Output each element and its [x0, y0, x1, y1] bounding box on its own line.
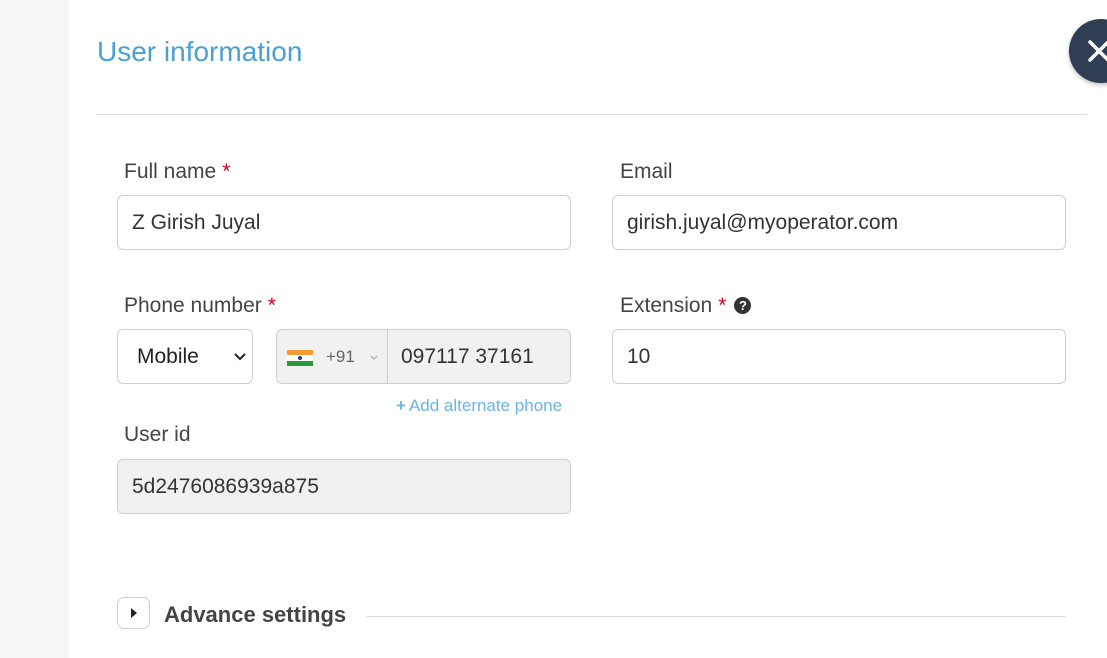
chevron-down-icon	[234, 353, 246, 361]
full-name-label: Full name *	[124, 160, 231, 183]
left-background-strip	[0, 0, 69, 658]
header-divider	[96, 114, 1087, 115]
phone-type-value: Mobile	[137, 345, 199, 368]
question-help-icon[interactable]: ?	[734, 297, 752, 314]
phone-input-group: +91	[276, 329, 571, 384]
dial-code: +91	[326, 347, 355, 366]
email-field[interactable]	[612, 195, 1066, 250]
caret-right-icon	[131, 608, 137, 618]
advance-settings-divider	[366, 616, 1066, 617]
extension-label: Extension *?	[620, 294, 752, 318]
phone-number-field[interactable]	[388, 330, 570, 383]
india-flag-icon	[287, 350, 313, 366]
extension-field[interactable]	[612, 329, 1066, 384]
advance-settings-label[interactable]: Advance settings	[164, 602, 346, 628]
advance-settings-toggle[interactable]	[117, 597, 150, 629]
country-code-select[interactable]: +91	[277, 330, 388, 383]
add-alternate-phone-link[interactable]: + Add alternate phone	[396, 396, 562, 416]
email-label: Email	[620, 160, 673, 183]
required-mark: *	[267, 294, 276, 317]
user-id-label: User id	[124, 423, 191, 446]
phone-number-label: Phone number *	[124, 294, 276, 317]
plus-icon: +	[396, 396, 406, 415]
required-mark: *	[222, 160, 231, 183]
required-mark: *	[718, 294, 727, 317]
user-id-field	[117, 459, 571, 514]
close-icon	[1088, 40, 1107, 62]
full-name-field[interactable]	[117, 195, 571, 250]
phone-type-select[interactable]: Mobile	[117, 329, 253, 384]
chevron-down-icon	[370, 355, 378, 360]
page-title: User information	[97, 36, 303, 67]
